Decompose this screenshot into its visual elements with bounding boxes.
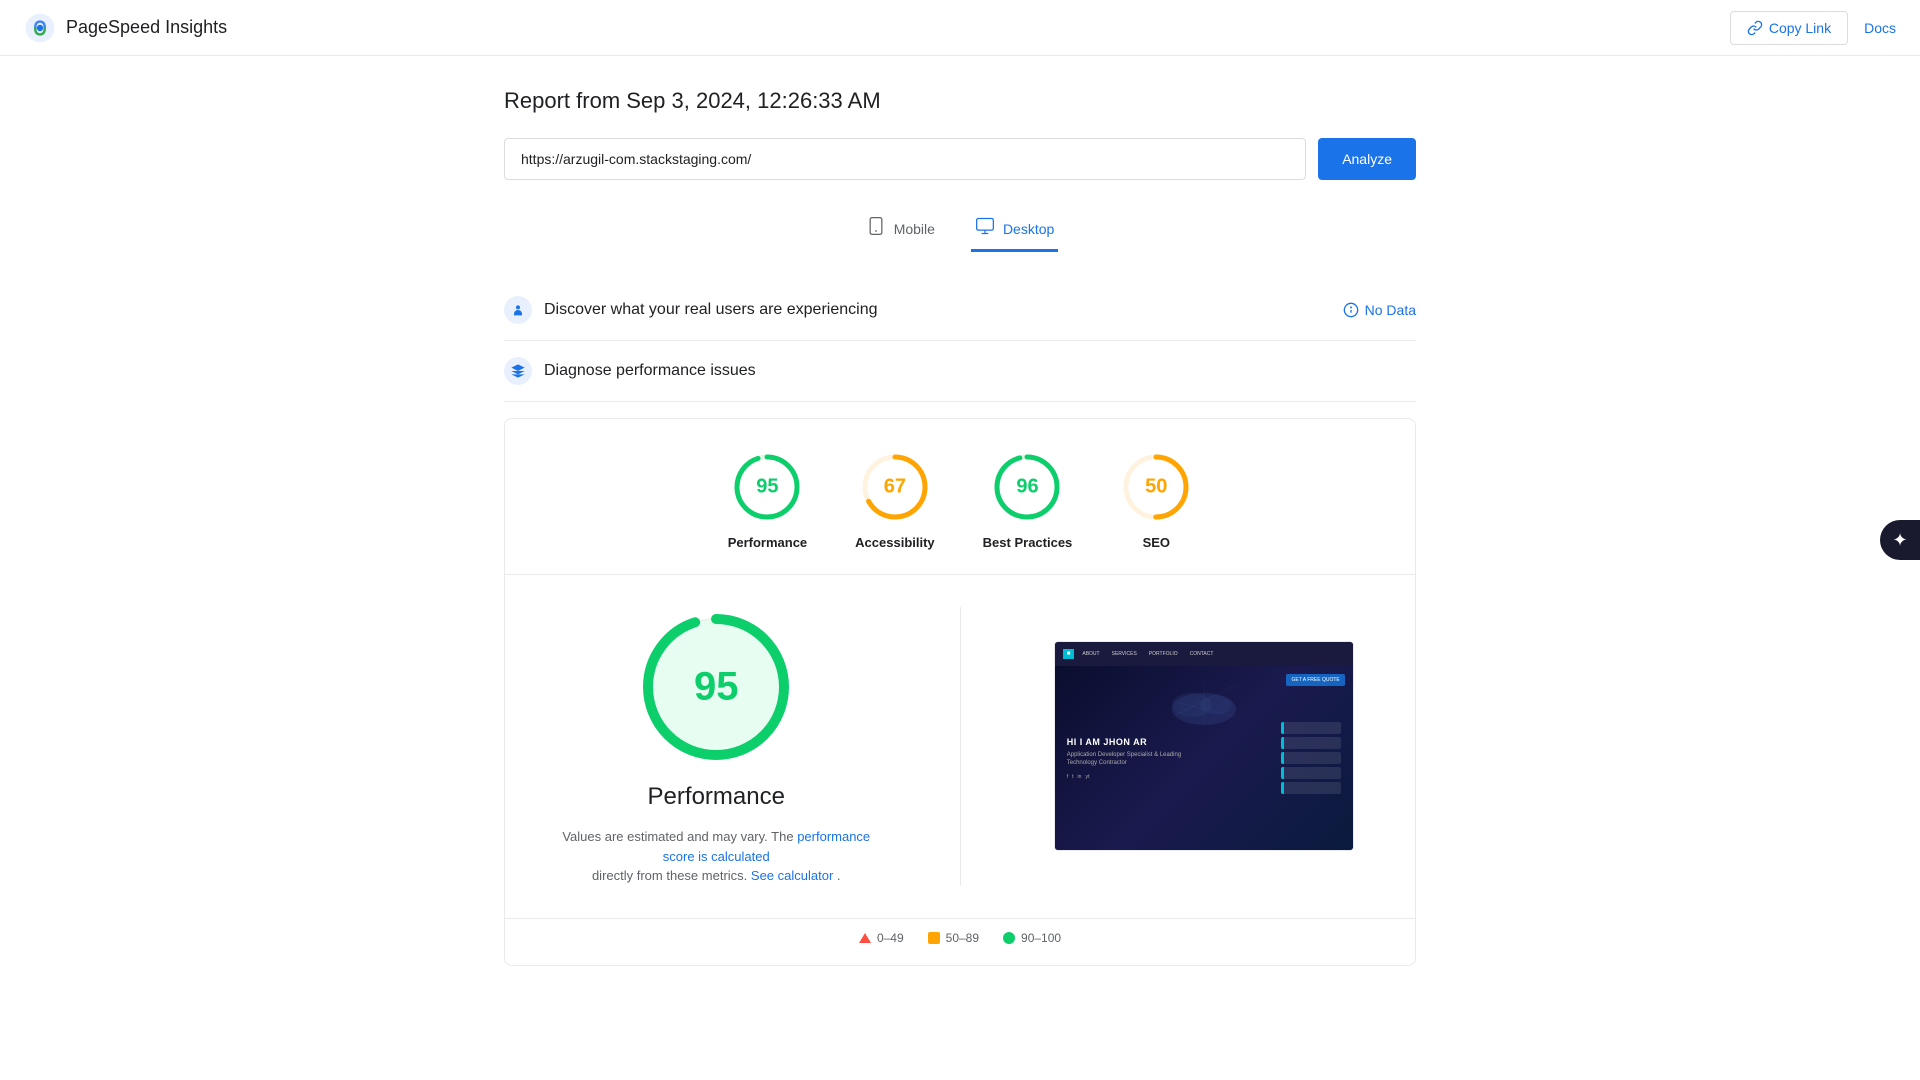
info-icon bbox=[1343, 302, 1359, 318]
real-users-title: Discover what your real users are experi… bbox=[544, 301, 877, 319]
copy-link-label: Copy Link bbox=[1769, 20, 1831, 36]
large-score-circle: 95 bbox=[636, 607, 796, 767]
sidebar-item-1 bbox=[1281, 722, 1341, 734]
score-circle-seo: 50 bbox=[1120, 451, 1192, 523]
screenshot-nav-item-4: CONTACT bbox=[1186, 649, 1218, 659]
score-best-practices[interactable]: 96 Best Practices bbox=[983, 451, 1073, 550]
no-data-button[interactable]: No Data bbox=[1343, 302, 1416, 318]
url-input[interactable] bbox=[504, 138, 1306, 180]
no-data-label: No Data bbox=[1365, 302, 1416, 318]
note-prefix: Values are estimated and may vary. The bbox=[562, 829, 793, 844]
legend-triangle-icon bbox=[859, 933, 871, 943]
app-title: PageSpeed Insights bbox=[66, 17, 227, 38]
screenshot-nav-item-2: SERVICES bbox=[1108, 649, 1141, 659]
mobile-icon bbox=[866, 216, 886, 241]
section-header-left: Discover what your real users are experi… bbox=[504, 296, 877, 324]
large-score-section: 95 Performance Values are estimated and … bbox=[505, 575, 1415, 918]
legend-average: 50–89 bbox=[928, 931, 979, 945]
main-content: Report from Sep 3, 2024, 12:26:33 AM Ana… bbox=[480, 56, 1440, 998]
score-circle-best-practices: 96 bbox=[991, 451, 1063, 523]
cloud-graphic bbox=[1164, 676, 1244, 726]
score-seo[interactable]: 50 SEO bbox=[1120, 451, 1192, 550]
note-suffix: . bbox=[837, 868, 841, 883]
legend-row: 0–49 50–89 90–100 bbox=[505, 918, 1415, 965]
score-circle-performance: 95 bbox=[731, 451, 803, 523]
score-circle-accessibility: 67 bbox=[859, 451, 931, 523]
report-title: Report from Sep 3, 2024, 12:26:33 AM bbox=[504, 88, 1416, 114]
large-score-note: Values are estimated and may vary. The p… bbox=[556, 827, 876, 886]
legend-square-icon bbox=[928, 932, 940, 944]
diagnose-header-left: Diagnose performance issues bbox=[504, 357, 756, 385]
sidebar-item-2 bbox=[1281, 737, 1341, 749]
screenshot-text-area: HI I AM JHON AR Application Developer Sp… bbox=[1067, 737, 1181, 780]
device-tabs: Mobile Desktop bbox=[504, 208, 1416, 252]
screenshot-nav-item-3: PORTFOLIO bbox=[1145, 649, 1182, 659]
screenshot-btn: GET A FREE QUOTE bbox=[1286, 674, 1344, 686]
screenshot-inner: ■ ABOUT SERVICES PORTFOLIO CONTACT bbox=[1055, 642, 1353, 850]
large-score-value: 95 bbox=[694, 665, 739, 710]
url-bar: Analyze bbox=[504, 138, 1416, 180]
score-label-performance: Performance bbox=[728, 535, 807, 550]
copy-link-button[interactable]: Copy Link bbox=[1730, 11, 1848, 45]
link-icon bbox=[1747, 20, 1763, 36]
screenshot-subtext: Application Developer Specialist & Leadi… bbox=[1067, 751, 1181, 768]
diagnose-icon bbox=[504, 357, 532, 385]
sidebar-item-3 bbox=[1281, 752, 1341, 764]
scores-card: 95 Performance 67 Accessibility bbox=[504, 418, 1416, 966]
large-score-left: 95 Performance Values are estimated and … bbox=[529, 607, 904, 886]
floating-assistant-button[interactable]: ✦ bbox=[1880, 520, 1920, 560]
screenshot-nav: ■ ABOUT SERVICES PORTFOLIO CONTACT bbox=[1055, 642, 1353, 666]
diagnose-title: Diagnose performance issues bbox=[544, 362, 756, 380]
legend-pass: 90–100 bbox=[1003, 931, 1061, 945]
score-accessibility[interactable]: 67 Accessibility bbox=[855, 451, 935, 550]
screenshot-heading: HI I AM JHON AR bbox=[1067, 737, 1181, 747]
header-right: Copy Link Docs bbox=[1730, 11, 1896, 45]
scores-row: 95 Performance 67 Accessibility bbox=[505, 419, 1415, 574]
sidebar-item-5 bbox=[1281, 782, 1341, 794]
legend-dot-icon bbox=[1003, 932, 1015, 944]
screenshot-nav-item-1: ABOUT bbox=[1078, 649, 1103, 659]
legend-pass-range: 90–100 bbox=[1021, 931, 1061, 945]
large-score-right: ■ ABOUT SERVICES PORTFOLIO CONTACT bbox=[1017, 607, 1392, 886]
screenshot-preview: ■ ABOUT SERVICES PORTFOLIO CONTACT bbox=[1054, 641, 1354, 851]
docs-link[interactable]: Docs bbox=[1864, 20, 1896, 36]
score-label-accessibility: Accessibility bbox=[855, 535, 935, 550]
diagnose-section-header: Diagnose performance issues bbox=[504, 341, 1416, 402]
large-score-title: Performance bbox=[648, 783, 785, 811]
score-value-best-practices: 96 bbox=[1016, 476, 1038, 499]
score-value-accessibility: 67 bbox=[884, 476, 906, 499]
vertical-divider bbox=[960, 607, 961, 886]
note-mid: directly from these metrics. bbox=[592, 868, 747, 883]
screenshot-sidebar bbox=[1281, 722, 1341, 794]
tab-mobile[interactable]: Mobile bbox=[862, 208, 939, 252]
legend-fail: 0–49 bbox=[859, 931, 904, 945]
legend-average-range: 50–89 bbox=[946, 931, 979, 945]
header: PageSpeed Insights Copy Link Docs bbox=[0, 0, 1920, 56]
score-performance[interactable]: 95 Performance bbox=[728, 451, 807, 550]
calculator-link[interactable]: See calculator bbox=[751, 868, 833, 883]
legend-fail-range: 0–49 bbox=[877, 931, 904, 945]
score-label-seo: SEO bbox=[1143, 535, 1170, 550]
pagespeed-logo bbox=[24, 12, 56, 44]
score-value-seo: 50 bbox=[1145, 476, 1167, 499]
sidebar-item-4 bbox=[1281, 767, 1341, 779]
desktop-icon bbox=[975, 216, 995, 241]
analyze-button[interactable]: Analyze bbox=[1318, 138, 1416, 180]
assistant-icon: ✦ bbox=[1892, 530, 1907, 551]
tab-desktop[interactable]: Desktop bbox=[971, 208, 1058, 252]
score-label-best-practices: Best Practices bbox=[983, 535, 1073, 550]
real-users-section: Discover what your real users are experi… bbox=[504, 280, 1416, 341]
real-users-icon bbox=[504, 296, 532, 324]
screenshot-body: HI I AM JHON AR Application Developer Sp… bbox=[1055, 666, 1353, 850]
header-left: PageSpeed Insights bbox=[24, 12, 227, 44]
tab-desktop-label: Desktop bbox=[1003, 221, 1054, 237]
screenshot-nav-highlight: ■ bbox=[1063, 649, 1075, 659]
tab-mobile-label: Mobile bbox=[894, 221, 935, 237]
score-value-performance: 95 bbox=[756, 476, 778, 499]
